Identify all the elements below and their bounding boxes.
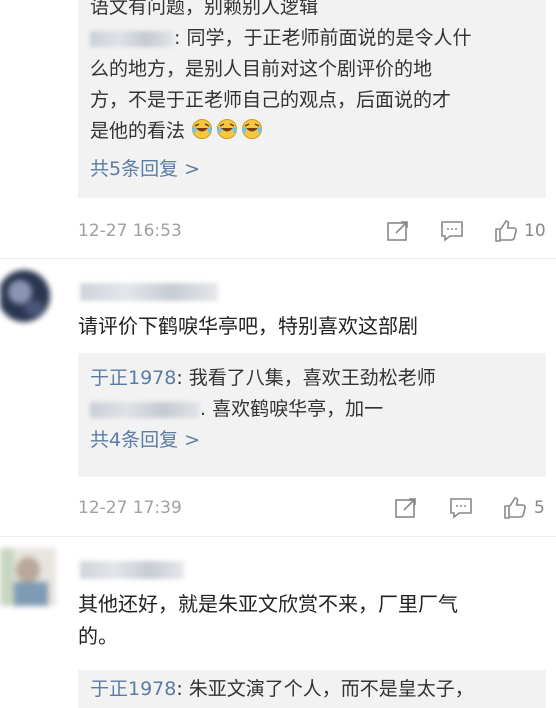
- comment-icon[interactable]: [449, 497, 473, 519]
- reply-line: 于正1978: 我看了八集，喜欢王劲松老师: [90, 367, 436, 389]
- comment-text: 请评价下鹤唳华亭吧，特别喜欢这部剧: [78, 314, 418, 338]
- comment-icon[interactable]: [440, 220, 464, 242]
- share-icon[interactable]: [386, 220, 410, 242]
- laughing-tears-emoji-icon: [191, 118, 263, 150]
- reply-box: 于正1978: 我看了八集，喜欢王劲松老师 . 喜欢鹤唳华亭，加一 共4条回复 …: [78, 353, 546, 477]
- reply-box: 于正1978: 朱亚文演了个人，而不是皇太子，: [78, 670, 546, 708]
- like-count: 5: [534, 498, 545, 518]
- divider: [0, 258, 556, 259]
- blurred-username[interactable]: [80, 561, 184, 579]
- reply-line: . 喜欢鹤唳华亭，加一: [90, 394, 534, 425]
- comment-meta-row: 12-27 16:53 10: [78, 216, 548, 246]
- comment-time: 12-27 16:53: [78, 221, 182, 241]
- reply-line: 是他的看法: [90, 116, 534, 150]
- reply-author[interactable]: 于正1978: [90, 367, 176, 389]
- avatar[interactable]: [0, 548, 56, 606]
- reply-author[interactable]: 于正1978: [90, 678, 176, 700]
- comment-time: 12-27 17:39: [78, 498, 182, 518]
- share-icon[interactable]: [394, 497, 418, 519]
- blurred-username[interactable]: [80, 283, 218, 301]
- comment-text: 其他还好，就是朱亚文欣赏不来，厂里厂气 的。: [78, 592, 458, 648]
- thumbs-up-icon[interactable]: [494, 220, 518, 242]
- reply-box: 语文有问题，别赖别人逻辑 : 同学，于正老师前面说的是令人什 么的地方，是别人目…: [78, 0, 546, 198]
- divider: [0, 536, 556, 537]
- thumbs-up-icon[interactable]: [503, 497, 527, 519]
- more-replies-link[interactable]: 共5条回复 >: [90, 154, 534, 184]
- comment-meta-row: 12-27 17:39 5: [78, 493, 548, 523]
- like-count: 10: [524, 221, 546, 241]
- avatar[interactable]: [0, 268, 56, 326]
- reply-line: 语文有问题，别赖别人逻辑: [90, 0, 319, 18]
- reply-line: : 同学，于正老师前面说的是令人什: [90, 23, 534, 54]
- more-replies-link[interactable]: 共4条回复 >: [90, 425, 534, 455]
- blurred-username[interactable]: [90, 30, 174, 47]
- reply-line: 于正1978: 朱亚文演了个人，而不是皇太子，: [90, 678, 474, 700]
- reply-line: 么的地方，是别人目前对这个剧评价的地: [90, 58, 433, 80]
- reply-line: 方，不是于正老师自己的观点，后面说的才: [90, 89, 452, 111]
- blurred-username[interactable]: [90, 401, 200, 418]
